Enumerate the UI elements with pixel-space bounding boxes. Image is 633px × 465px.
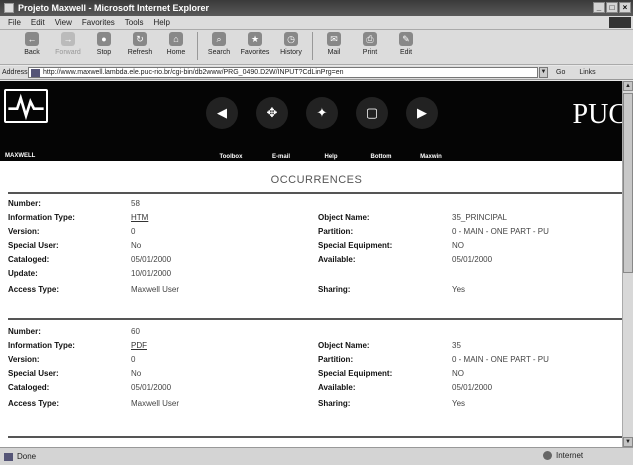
nav-maxwin-link[interactable]: Maxwin — [406, 154, 456, 160]
menu-file[interactable]: File — [8, 18, 21, 27]
information-type-link[interactable]: HTM — [131, 213, 148, 222]
page-title: OCCURRENCES — [270, 174, 363, 186]
window-controls: _ □ × — [593, 2, 631, 13]
menu-edit[interactable]: Edit — [31, 18, 45, 27]
nav-email-link[interactable]: E-mail — [256, 154, 306, 160]
maxwell-logo-icon[interactable] — [4, 89, 48, 123]
ie-throbber-icon — [609, 17, 631, 28]
print-button[interactable]: ⎙ Print — [352, 32, 388, 56]
page-content: ◀ ✥ ✦ ▢ ▶ PUC MAXWELL Toolbox E-mail Hel… — [0, 81, 633, 447]
nav-help-link[interactable]: Help — [306, 154, 356, 160]
ie-app-icon — [4, 3, 14, 13]
forward-button[interactable]: → Forward — [50, 32, 86, 56]
divider — [8, 436, 625, 438]
object-name: 35 — [452, 341, 461, 350]
divider — [8, 318, 625, 320]
edit-icon: ✎ — [399, 32, 413, 46]
back-arrow-icon: ← — [25, 32, 39, 46]
object-name: 35_PRINCIPAL — [452, 213, 507, 222]
scroll-down-button[interactable]: ▼ — [623, 437, 633, 447]
address-label: Address — [2, 69, 28, 76]
address-bar: Address http://www.maxwell.lambda.ele.pu… — [0, 66, 633, 80]
site-banner: ◀ ✥ ✦ ▢ ▶ PUC — [0, 81, 633, 151]
refresh-icon: ↻ — [133, 32, 147, 46]
history-icon: ◷ — [284, 32, 298, 46]
stop-button[interactable]: ● Stop — [86, 32, 122, 56]
address-input[interactable]: http://www.maxwell.lambda.ele.puc-rio.br… — [28, 67, 538, 78]
maximize-button[interactable]: □ — [606, 2, 618, 13]
history-button[interactable]: ◷ History — [273, 32, 309, 56]
toolbar-separator — [197, 32, 198, 60]
search-icon: ⌕ — [212, 32, 226, 46]
standard-toolbar: ← Back → Forward ● Stop ↻ Refresh ⌂ Home… — [0, 29, 633, 65]
edit-button[interactable]: ✎ Edit — [388, 32, 424, 56]
mail-icon: ✉ — [327, 32, 341, 46]
page-icon — [31, 68, 40, 77]
record-number: 58 — [131, 199, 140, 208]
stop-icon: ● — [97, 32, 111, 46]
help-icon[interactable]: ✦ — [306, 97, 338, 129]
refresh-button[interactable]: ↻ Refresh — [122, 32, 158, 56]
address-dropdown-button[interactable]: ▼ — [539, 67, 548, 78]
menu-favorites[interactable]: Favorites — [82, 18, 115, 27]
go-button[interactable]: Go — [556, 69, 565, 76]
nav-toolbox-link[interactable]: Toolbox — [206, 154, 256, 160]
record-number: 60 — [131, 327, 140, 336]
home-icon: ⌂ — [169, 32, 183, 46]
home-button[interactable]: ⌂ Home — [158, 32, 194, 56]
status-bar: Done Internet — [0, 447, 633, 465]
site-nav-icons: ◀ ✥ ✦ ▢ ▶ — [206, 97, 438, 129]
globe-icon — [543, 451, 552, 460]
scroll-thumb[interactable] — [623, 93, 633, 273]
favorites-button[interactable]: ★ Favorites — [237, 32, 273, 56]
close-button[interactable]: × — [619, 2, 631, 13]
security-zone: Internet — [543, 451, 583, 460]
search-button[interactable]: ⌕ Search — [201, 32, 237, 56]
menu-view[interactable]: View — [55, 18, 72, 27]
forward-arrow-icon[interactable]: ▶ — [406, 97, 438, 129]
vertical-scrollbar[interactable]: ▲ ▼ — [622, 81, 633, 447]
toolbox-icon[interactable]: ✥ — [256, 97, 288, 129]
back-button[interactable]: ← Back — [14, 32, 50, 56]
window-title-bar[interactable]: Projeto Maxwell - Microsoft Internet Exp… — [0, 0, 633, 16]
minimize-button[interactable]: _ — [593, 2, 605, 13]
information-type-link[interactable]: PDF — [131, 341, 147, 350]
square-icon[interactable]: ▢ — [356, 97, 388, 129]
address-url: http://www.maxwell.lambda.ele.puc-rio.br… — [43, 69, 344, 76]
forward-arrow-icon: → — [61, 32, 75, 46]
links-button[interactable]: Links — [579, 69, 595, 76]
menu-bar: File Edit View Favorites Tools Help — [0, 16, 633, 29]
divider — [8, 192, 625, 194]
status-text: Done — [17, 452, 37, 461]
mail-button[interactable]: ✉ Mail — [316, 32, 352, 56]
favorites-icon: ★ — [248, 32, 262, 46]
menu-tools[interactable]: Tools — [125, 18, 144, 27]
puc-logo: PUC — [572, 99, 627, 130]
zone-label: Internet — [556, 451, 584, 460]
site-nav-labels: Toolbox E-mail Help Bottom Maxwin — [206, 154, 456, 160]
print-icon: ⎙ — [363, 32, 377, 46]
page-icon — [4, 452, 13, 461]
menu-help[interactable]: Help — [153, 18, 169, 27]
scroll-up-button[interactable]: ▲ — [623, 81, 633, 91]
back-arrow-icon[interactable]: ◀ — [206, 97, 238, 129]
maxwell-label: MAXWELL — [5, 153, 36, 159]
window-title: Projeto Maxwell - Microsoft Internet Exp… — [18, 3, 210, 13]
nav-bottom-link[interactable]: Bottom — [356, 154, 406, 160]
toolbar-separator — [312, 32, 313, 60]
